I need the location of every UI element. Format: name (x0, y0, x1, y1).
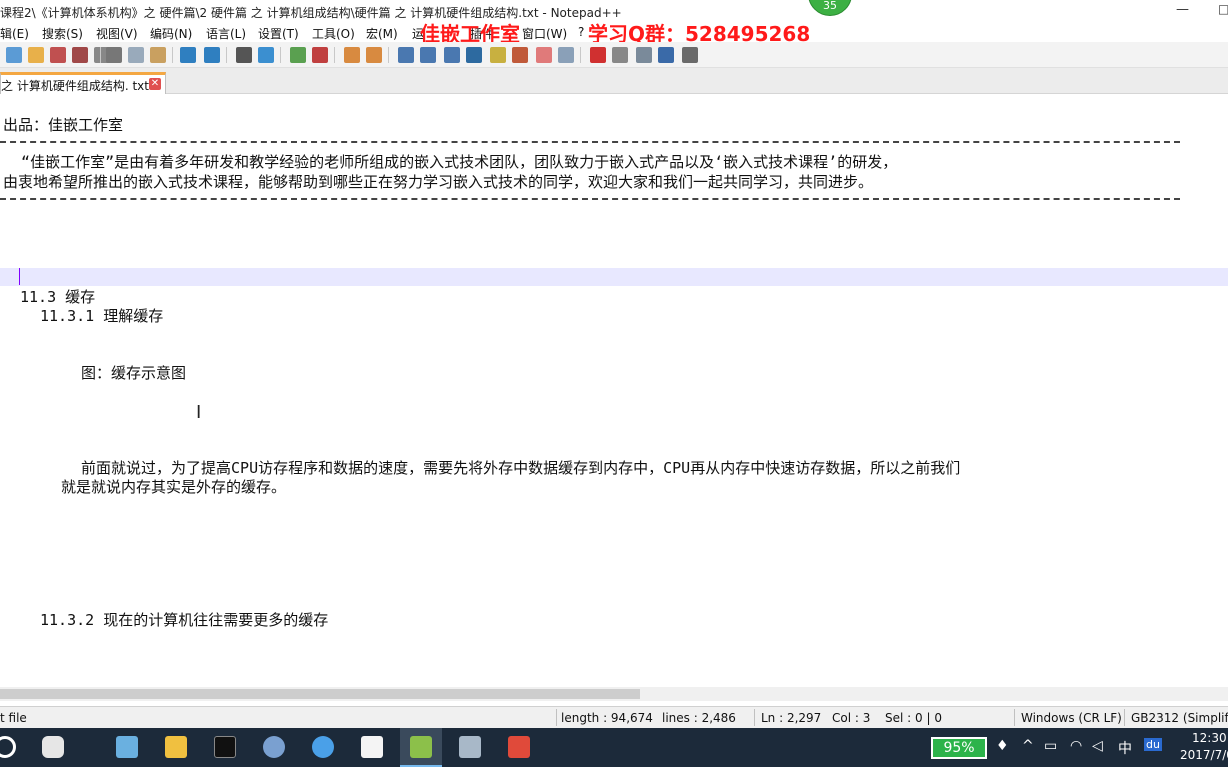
text-line: 就是就说内存其实是外存的缓存。 (61, 478, 287, 496)
cut-icon[interactable] (106, 47, 122, 63)
save-macro-icon[interactable] (682, 47, 698, 63)
stop-macro-icon[interactable] (612, 47, 628, 63)
toolbar (0, 42, 1228, 68)
zoom-in-icon[interactable] (290, 47, 306, 63)
status-column: Col : 3 (832, 711, 871, 725)
save-icon[interactable] (50, 47, 66, 63)
status-bar: t file length : 94,674 lines : 2,486 Ln … (0, 706, 1228, 728)
tab-close-icon[interactable]: ✕ (149, 78, 161, 90)
battery-indicator[interactable]: 95% (931, 737, 987, 759)
command-prompt-icon[interactable] (214, 736, 236, 758)
menu-settings[interactable]: 设置(T) (258, 25, 299, 42)
redo-icon[interactable] (204, 47, 220, 63)
status-eol-format[interactable]: Windows (CR LF) (1021, 711, 1122, 725)
text-line: 由衷地希望所推出的嵌入式技术课程，能够帮助到哪些正在努力学习嵌入式技术的同学，欢… (3, 173, 874, 191)
copy-icon[interactable] (128, 47, 144, 63)
menu-edit[interactable]: 辑(E) (0, 25, 29, 42)
monitor-icon[interactable] (558, 47, 574, 63)
menu-search[interactable]: 搜索(S) (42, 25, 83, 42)
play-macro-icon[interactable] (636, 47, 652, 63)
show-hidden-icons-chevron-icon[interactable]: ^ (1022, 738, 1034, 754)
notes-app-icon[interactable] (116, 736, 138, 758)
text-caret (19, 268, 20, 285)
folder-workspace-icon[interactable] (536, 47, 552, 63)
menu-macro[interactable]: 宏(M) (366, 25, 398, 42)
notepadpp-task-active[interactable] (400, 728, 442, 767)
status-length: length : 94,674 (561, 711, 653, 725)
undo-icon[interactable] (180, 47, 196, 63)
sync-h-icon[interactable] (366, 47, 382, 63)
menu-encoding[interactable]: 编码(N) (150, 25, 192, 42)
indent-guide-icon[interactable] (444, 47, 460, 63)
status-encoding[interactable]: GB2312 (Simplifie (1131, 711, 1228, 725)
tab-active-document[interactable]: 之 计算机硬件组成结构. txt ✕ (0, 72, 166, 94)
text-line: 11.3.1 理解缓存 (40, 307, 164, 325)
clock-date[interactable]: 2017/7/0 (1180, 748, 1228, 762)
notification-badge[interactable]: 35 (808, 0, 852, 16)
photos-icon[interactable] (361, 736, 383, 758)
tab-label: 之 计算机硬件组成结构. txt (1, 79, 149, 93)
text-editor[interactable]: 出品：佳嵌工作室 “佳嵌工作室”是由有着多年研发和教学经验的老师所组成的嵌入式技… (0, 95, 1228, 687)
udl-icon[interactable] (466, 47, 482, 63)
find-icon[interactable] (236, 47, 252, 63)
scrollbar-thumb[interactable] (0, 689, 640, 699)
tab-bar: 之 计算机硬件组成结构. txt ✕ (0, 68, 1228, 94)
status-line-number: Ln : 2,297 (761, 711, 822, 725)
doc-map-icon[interactable] (490, 47, 506, 63)
text-line: 11.3 缓存 (20, 288, 96, 306)
text-line: 11.3.2 现在的计算机往往需要更多的缓存 (40, 611, 329, 629)
status-file-type: t file (0, 711, 27, 725)
menu-window[interactable]: 窗口(W) (522, 25, 567, 42)
run-macro-multiple-icon[interactable] (658, 47, 674, 63)
open-icon[interactable] (28, 47, 44, 63)
text-line: 出品：佳嵌工作室 (3, 116, 124, 134)
horizontal-scrollbar[interactable] (0, 687, 1228, 701)
paint-icon[interactable] (263, 736, 285, 758)
text-line: “佳嵌工作室”是由有着多年研发和教学经验的老师所组成的嵌入式技术团队，团队致力于… (3, 153, 898, 171)
taskbar: 95% ♦ ^ ▭ ◠ ◁ 中 du 12:30 2017/7/0 (0, 728, 1228, 767)
menu-tools[interactable]: 工具(O) (312, 25, 355, 42)
record-macro-icon[interactable] (590, 47, 606, 63)
text-line: 前面就说过，为了提高CPU访存程序和数据的速度，需要先将外存中数据缓存到内存中，… (81, 459, 961, 477)
status-selection: Sel : 0 | 0 (885, 711, 942, 725)
recorder-app-icon[interactable] (508, 736, 530, 758)
power-icon[interactable]: ▭ (1044, 738, 1057, 754)
current-line-highlight (0, 268, 1228, 286)
cortana-icon[interactable] (0, 736, 16, 758)
all-chars-icon[interactable] (420, 47, 436, 63)
notepadpp-icon (410, 736, 432, 758)
dashed-separator (0, 141, 1180, 143)
baidu-ime-icon[interactable]: du (1144, 738, 1162, 751)
save-all-icon[interactable] (72, 47, 88, 63)
sync-v-icon[interactable] (344, 47, 360, 63)
input-method-indicator[interactable]: 中 (1118, 738, 1132, 758)
new-icon[interactable] (6, 47, 22, 63)
minimize-button[interactable]: — (1176, 2, 1189, 17)
chat-app-icon[interactable] (312, 736, 334, 758)
window-title: 课程2\《计算机体系机构》之 硬件篇\2 硬件篇 之 计算机组成结构\硬件篇 之… (0, 6, 622, 20)
function-list-icon[interactable] (512, 47, 528, 63)
maximize-button[interactable]: □ (1218, 2, 1228, 16)
clock-time[interactable]: 12:30 (1192, 731, 1227, 745)
file-explorer-icon[interactable] (165, 736, 187, 758)
paste-icon[interactable] (150, 47, 166, 63)
microphone-icon[interactable]: ♦ (996, 738, 1009, 754)
zoom-out-icon[interactable] (312, 47, 328, 63)
remote-desktop-icon[interactable] (459, 736, 481, 758)
status-lines: lines : 2,486 (662, 711, 736, 725)
menu-help[interactable]: ? (578, 25, 584, 39)
volume-icon[interactable]: ◁ (1092, 738, 1103, 754)
menu-view[interactable]: 视图(V) (96, 25, 138, 42)
task-view-icon[interactable] (42, 736, 64, 758)
word-wrap-icon[interactable] (398, 47, 414, 63)
text-line: 图：缓存示意图 (81, 364, 187, 382)
wifi-icon[interactable]: ◠ (1070, 738, 1082, 754)
dashed-separator (0, 198, 1180, 200)
replace-icon[interactable] (258, 47, 274, 63)
mouse-ibeam-cursor: I (196, 402, 202, 423)
menu-language[interactable]: 语言(L) (206, 25, 246, 42)
